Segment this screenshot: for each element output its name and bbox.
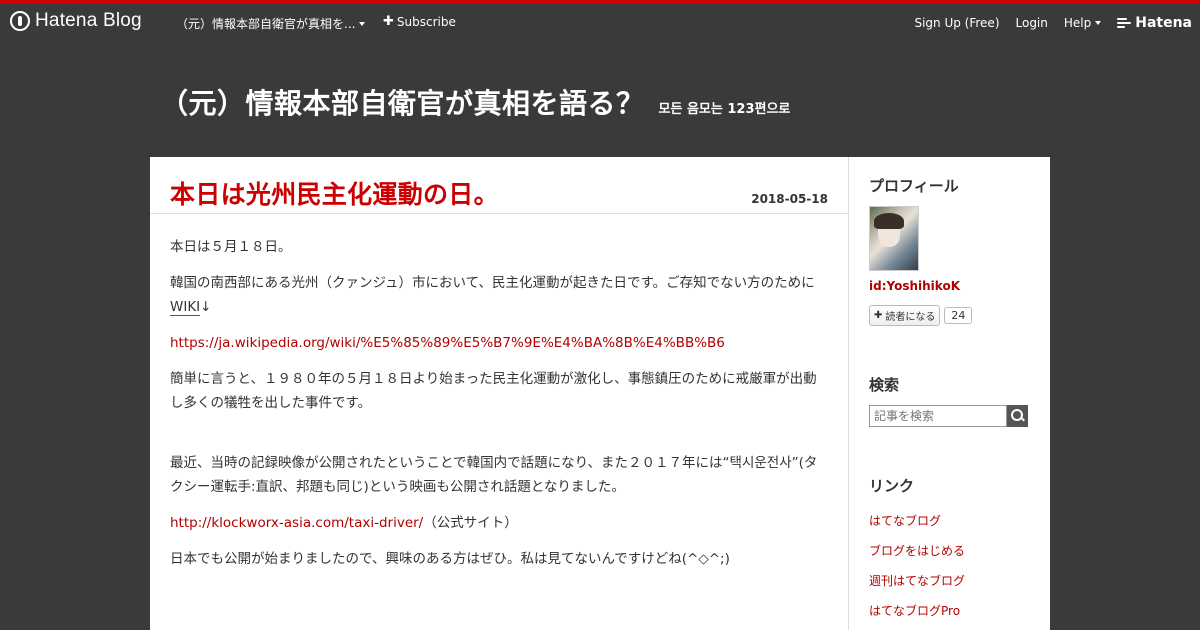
signup-link[interactable]: Sign Up (Free) — [914, 16, 999, 30]
hatena-label: Hatena — [1135, 15, 1192, 31]
links-title: リンク — [869, 477, 915, 495]
search-input[interactable] — [869, 405, 1007, 427]
list-item: ブログをはじめる — [869, 536, 1029, 566]
paragraph: 本日は５月１８日。 — [170, 239, 292, 255]
arrow-text: ↓ — [200, 299, 212, 315]
official-site-note: （公式サイト） — [423, 515, 518, 531]
plus-icon: ✚ — [874, 310, 883, 321]
profile-title: プロフィール — [869, 177, 959, 195]
search-icon[interactable] — [1007, 405, 1028, 427]
follower-count: 24 — [944, 307, 973, 324]
hatena-blog-logo[interactable]: Hatena Blog — [10, 10, 142, 32]
follow-label: 読者になる — [885, 312, 936, 323]
entry-header: 本日は光州民主化運動の日。 2018-05-18 — [150, 157, 848, 214]
paragraph: 日本でも公開が始まりましたので、興味のある方はぜひ。私は見てないんですけどね(^… — [170, 551, 730, 567]
chevron-down-icon — [1095, 21, 1102, 25]
blog-select-dropdown[interactable]: （元）情報本部自衛官が真相を... — [176, 15, 366, 32]
paragraph: 簡単に言うと、１９８０年の５月１８日より始まった民主化運動が激化し、事態鎮圧のた… — [170, 371, 817, 411]
help-dropdown[interactable]: Help — [1063, 16, 1102, 30]
content-area: 本日は光州民主化運動の日。 2018-05-18 本日は５月１８日。 韓国の南西… — [150, 157, 1050, 630]
sidebar-link-hatena-blog[interactable]: はてなブログ — [869, 514, 941, 528]
sidebar: プロフィール id:YoshihikoK ✚ 読者になる 24 検索 リンク は… — [849, 157, 1049, 630]
global-header: Hatena Blog （元）情報本部自衛官が真相を... ✚ Subscrib… — [0, 4, 1200, 40]
blog-select-label: （元）情報本部自衛官が真相を... — [176, 17, 356, 31]
wikipedia-url-link[interactable]: https://ja.wikipedia.org/wiki/%E5%85%89%… — [170, 335, 725, 351]
sidebar-link-pro[interactable]: はてなブログPro — [869, 604, 960, 618]
logo-text: Hatena Blog — [35, 10, 142, 31]
list-item: 週刊はてなブログ — [869, 566, 1029, 596]
entry-date[interactable]: 2018-05-18 — [751, 192, 828, 206]
entry-title[interactable]: 本日は光州民主化運動の日。 — [170, 175, 828, 211]
follow-row: ✚ 読者になる 24 — [869, 305, 1029, 326]
subscribe-label: Subscribe — [396, 15, 456, 29]
entry-body: 本日は５月１８日。 韓国の南西部にある光州（クァンジュ）市において、民主化運動が… — [150, 214, 848, 571]
entry-main: 本日は光州民主化運動の日。 2018-05-18 本日は５月１８日。 韓国の南西… — [150, 157, 849, 630]
hatena-logo[interactable]: Hatena — [1117, 15, 1192, 31]
login-link[interactable]: Login — [1016, 16, 1048, 30]
avatar[interactable] — [869, 206, 919, 271]
profile-module: プロフィール id:YoshihikoK ✚ 読者になる 24 — [869, 175, 1029, 326]
paragraph-text: 韓国の南西部にある光州（クァンジュ）市において、民主化運動が起きた日です。ご存知… — [170, 275, 815, 291]
global-header-right: Sign Up (Free) Login Help Hatena — [898, 15, 1200, 31]
hatena-mark-icon — [1117, 18, 1132, 28]
chevron-down-icon — [359, 21, 366, 26]
sidebar-link-start-blog[interactable]: ブログをはじめる — [869, 544, 965, 558]
wiki-link[interactable]: WIKI — [170, 299, 201, 316]
plus-icon: ✚ — [383, 14, 394, 29]
links-list: はてなブログ ブログをはじめる 週刊はてなブログ はてなブログPro — [869, 506, 1029, 626]
paragraph: http://klockworx-asia.com/taxi-driver/（公… — [170, 511, 828, 535]
list-item: はてなブログ — [869, 506, 1029, 536]
paragraph: 最近、当時の記録映像が公開されたということで韓国内で話題になり、また２０１７年に… — [170, 455, 818, 495]
list-item: はてなブログPro — [869, 596, 1029, 626]
sidebar-link-weekly[interactable]: 週刊はてなブログ — [869, 574, 965, 588]
paragraph: https://ja.wikipedia.org/wiki/%E5%85%89%… — [170, 331, 828, 355]
hatena-blog-icon — [10, 11, 30, 31]
taxi-driver-link[interactable]: http://klockworx-asia.com/taxi-driver/ — [170, 515, 423, 531]
blog-title[interactable]: （元）情報本部自衛官が真相を語る？ — [160, 82, 645, 122]
follow-button[interactable]: ✚ 読者になる — [869, 305, 941, 326]
paragraph: 韓国の南西部にある光州（クァンジュ）市において、民主化運動が起きた日です。ご存知… — [170, 271, 828, 319]
profile-id-link[interactable]: id:YoshihikoK — [869, 279, 1029, 293]
blog-header: （元）情報本部自衛官が真相を語る？ 모든 음모는 123편으로 — [160, 82, 790, 122]
search-title: 検索 — [869, 376, 900, 394]
search-module: 検索 — [869, 374, 1029, 427]
subscribe-button[interactable]: ✚ Subscribe — [383, 15, 456, 29]
links-module: リンク はてなブログ ブログをはじめる 週刊はてなブログ はてなブログPro — [869, 475, 1029, 626]
blog-description: 모든 음모는 123편으로 — [658, 102, 791, 117]
search-box — [869, 405, 1029, 427]
help-label: Help — [1063, 16, 1092, 30]
